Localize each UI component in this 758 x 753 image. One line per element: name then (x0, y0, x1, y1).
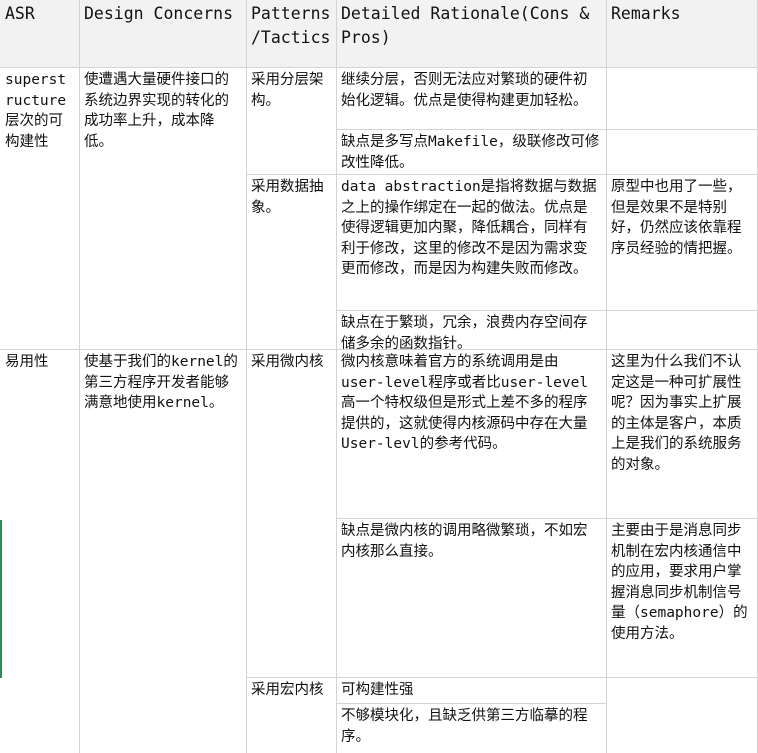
grid-line (336, 310, 758, 311)
grid-line (606, 0, 607, 753)
cell-remark-microkernel-2[interactable]: 主要由于是消息同步机制在宏内核通信中的应用，要求用户掌握消息同步机制信号量（se… (606, 518, 758, 677)
cell-pattern-microkernel[interactable]: 采用微内核 (246, 349, 336, 677)
cell-remark-abstraction-con[interactable] (606, 310, 758, 349)
cell-rationale-layered-con[interactable]: 缺点是多写点Makefile，级联修改可修改性降低。 (336, 129, 606, 174)
header-design-concerns[interactable]: Design Concerns (79, 0, 246, 67)
cell-remark-microkernel-1[interactable]: 这里为什么我们不认定这是一种可扩展性呢？因为事实上扩展的主体是客户，本质上是我们… (606, 349, 758, 518)
grid-line (336, 129, 758, 130)
header-patterns-tactics[interactable]: Patterns /Tactics (246, 0, 336, 67)
selection-edge-marker (0, 520, 2, 678)
cell-remark-monolithic[interactable] (606, 677, 758, 753)
grid-line (246, 174, 758, 175)
cell-rationale-microkernel-pro[interactable]: 微内核意味着官方的系统调用是由user-level程序或者比user-level… (336, 349, 606, 518)
header-detailed-rationale[interactable]: Detailed Rationale(Cons & Pros) (336, 0, 606, 67)
grid-line (0, 67, 758, 68)
grid-line (246, 0, 247, 753)
cell-asr-buildability[interactable]: superstructure层次的可构建性 (0, 67, 79, 349)
header-asr[interactable]: ASR (0, 0, 79, 67)
cell-remark-layered[interactable] (606, 67, 758, 174)
cell-pattern-layered[interactable]: 采用分层架构。 (246, 67, 336, 174)
cell-rationale-microkernel-con[interactable]: 缺点是微内核的调用略微繁琐，不如宏内核那么直接。 (336, 518, 606, 677)
cell-rationale-layered-pro[interactable]: 继续分层，否则无法应对繁琐的硬件初始化逻辑。优点是使得构建更加轻松。 (336, 67, 606, 129)
grid-line (336, 703, 606, 704)
cell-concern-third-party[interactable]: 使基于我们的kernel的第三方程序开发者能够满意地使用kernel。 (79, 349, 246, 753)
header-remarks[interactable]: Remarks (606, 0, 758, 67)
cell-remark-abstraction[interactable]: 原型中也用了一些，但是效果不是特别好，仍然应该依靠程序员经验的情把握。 (606, 174, 758, 310)
cell-rationale-abstraction-con[interactable]: 缺点在于繁琐，冗余，浪费内存空间存储多余的函数指针。 (336, 310, 606, 349)
cell-asr-usability[interactable]: 易用性 (0, 349, 79, 753)
cell-rationale-monolithic-pro[interactable]: 可构建性强 (336, 677, 606, 703)
grid-line (79, 0, 80, 753)
grid-line (0, 349, 758, 350)
grid-line (336, 518, 758, 519)
cell-rationale-monolithic-con[interactable]: 不够模块化，且缺乏供第三方临摹的程序。 (336, 703, 606, 753)
cell-pattern-monolithic[interactable]: 采用宏内核 (246, 677, 336, 753)
grid-line (336, 0, 337, 753)
cell-pattern-data-abstraction[interactable]: 采用数据抽象。 (246, 174, 336, 349)
grid-line (246, 677, 758, 678)
cell-concern-hardware[interactable]: 使遭遇大量硬件接口的系统边界实现的转化的成功率上升，成本降低。 (79, 67, 246, 349)
spreadsheet-table: ASR Design Concerns Patterns /Tactics De… (0, 0, 758, 753)
cell-rationale-abstraction-pro[interactable]: data abstraction是指将数据与数据之上的操作绑定在一起的做法。优点… (336, 174, 606, 310)
